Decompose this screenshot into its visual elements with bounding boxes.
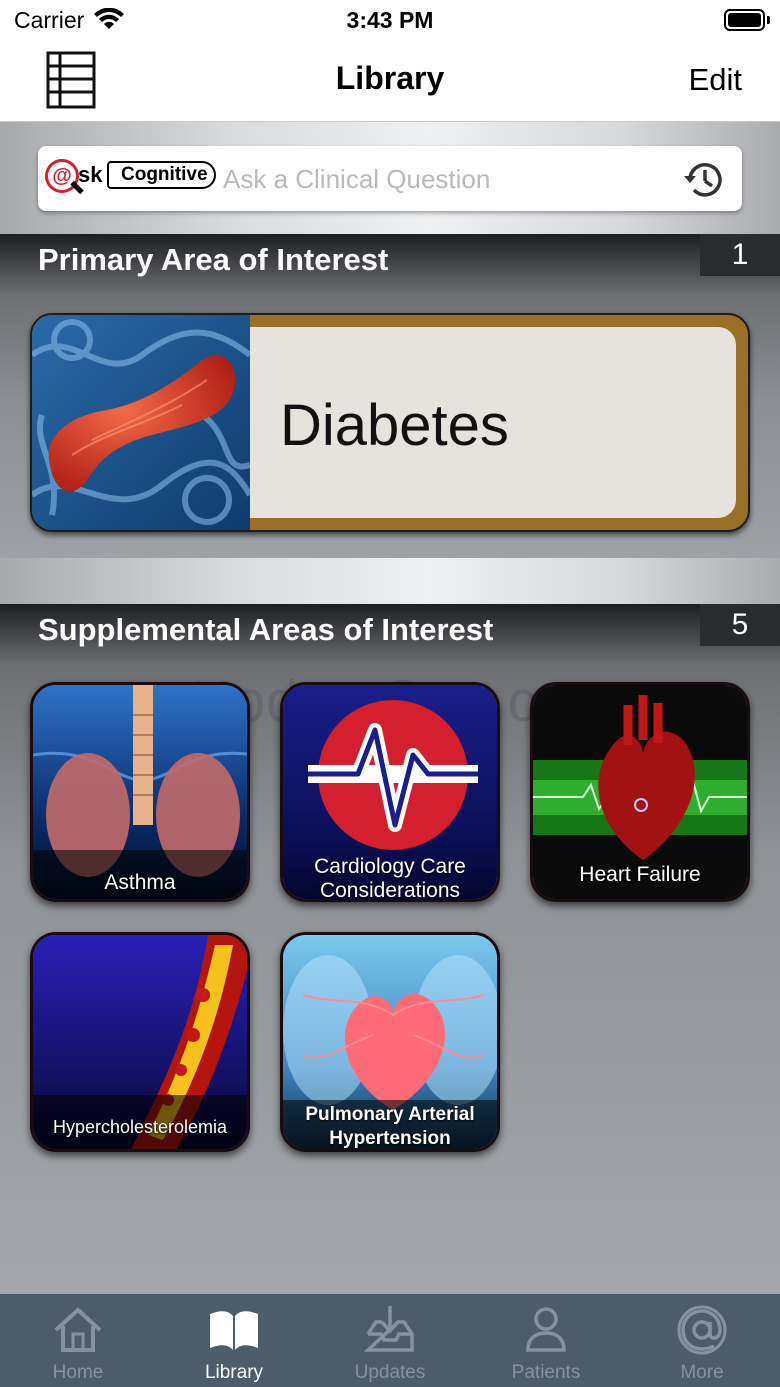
primary-card-diabetes[interactable]: Diabetes bbox=[30, 313, 750, 532]
page-title: Library bbox=[335, 60, 445, 96]
home-icon bbox=[54, 1307, 102, 1352]
pancreas-image bbox=[32, 315, 250, 530]
primary-count-badge: 1 bbox=[700, 234, 780, 276]
person-icon bbox=[526, 1307, 566, 1352]
tab-bar: Home Library Updates Patients More bbox=[0, 1294, 780, 1387]
tile-label-line2: Considerations bbox=[319, 879, 461, 902]
navigation-bar: Library Edit bbox=[0, 42, 780, 122]
primary-area: Diabetes bbox=[0, 294, 780, 558]
at-sign-icon bbox=[677, 1305, 727, 1355]
tile-label-line2: Hypertension bbox=[329, 1128, 451, 1149]
tile-cardiology-care[interactable]: Cardiology Care Considerations bbox=[280, 682, 500, 902]
primary-card-label-panel: Diabetes bbox=[250, 327, 736, 518]
tile-pulmonary-arterial-hypertension[interactable]: Pulmonary Arterial Hypertension bbox=[280, 932, 500, 1152]
tab-more[interactable]: More bbox=[624, 1294, 780, 1387]
inbox-download-icon bbox=[364, 1306, 414, 1352]
status-time: 3:43 PM bbox=[346, 7, 434, 33]
tab-label: Library bbox=[204, 1362, 264, 1383]
tab-home[interactable]: Home bbox=[0, 1294, 156, 1387]
tile-label: Asthma bbox=[104, 871, 176, 894]
primary-card-label: Diabetes bbox=[280, 393, 509, 458]
tile-asthma[interactable]: Asthma bbox=[30, 682, 250, 902]
edit-button[interactable]: Edit bbox=[689, 62, 742, 98]
primary-section-title: Primary Area of Interest bbox=[38, 242, 389, 277]
tab-updates[interactable]: Updates bbox=[312, 1294, 468, 1387]
battery-icon bbox=[724, 9, 770, 31]
tab-patients[interactable]: Patients bbox=[468, 1294, 624, 1387]
tab-label: Home bbox=[52, 1362, 104, 1383]
primary-section-header: Primary Area of Interest 1 bbox=[0, 234, 780, 294]
tile-label-line1: Pulmonary Arterial bbox=[305, 1104, 475, 1125]
tile-heart-failure[interactable]: Heart Failure bbox=[530, 682, 750, 902]
ask-cognitive-logo: @ sk Cognitive bbox=[45, 159, 245, 199]
lungs-image bbox=[33, 685, 247, 899]
supplemental-count-badge: 5 bbox=[700, 604, 780, 646]
status-bar: Carrier 3:43 PM bbox=[0, 0, 780, 42]
book-icon bbox=[210, 1311, 258, 1350]
divider-band bbox=[0, 558, 780, 604]
tile-label: Hypercholesterolemia bbox=[52, 1117, 228, 1137]
tile-hypercholesterolemia[interactable]: Hypercholesterolemia bbox=[30, 932, 250, 1152]
supplemental-section-header: Supplemental Areas of Interest 5 bbox=[0, 604, 780, 664]
tile-label-line1: Cardiology Care bbox=[314, 855, 466, 878]
tile-label: Heart Failure bbox=[579, 863, 701, 886]
tab-label: Patients bbox=[511, 1362, 581, 1383]
tab-label: Updates bbox=[354, 1362, 426, 1383]
search-band: @ sk Cognitive Ask a Clinical Question bbox=[0, 122, 780, 234]
supplemental-area: UpdateStar.com Asthma bbox=[0, 664, 780, 1294]
tab-label: More bbox=[680, 1362, 724, 1383]
supplemental-section-title: Supplemental Areas of Interest bbox=[38, 612, 494, 647]
search-placeholder: Ask a Clinical Question bbox=[223, 164, 491, 194]
tab-library[interactable]: Library bbox=[156, 1294, 312, 1387]
history-icon[interactable] bbox=[682, 157, 728, 203]
search-input[interactable]: @ sk Cognitive Ask a Clinical Question bbox=[38, 146, 742, 211]
